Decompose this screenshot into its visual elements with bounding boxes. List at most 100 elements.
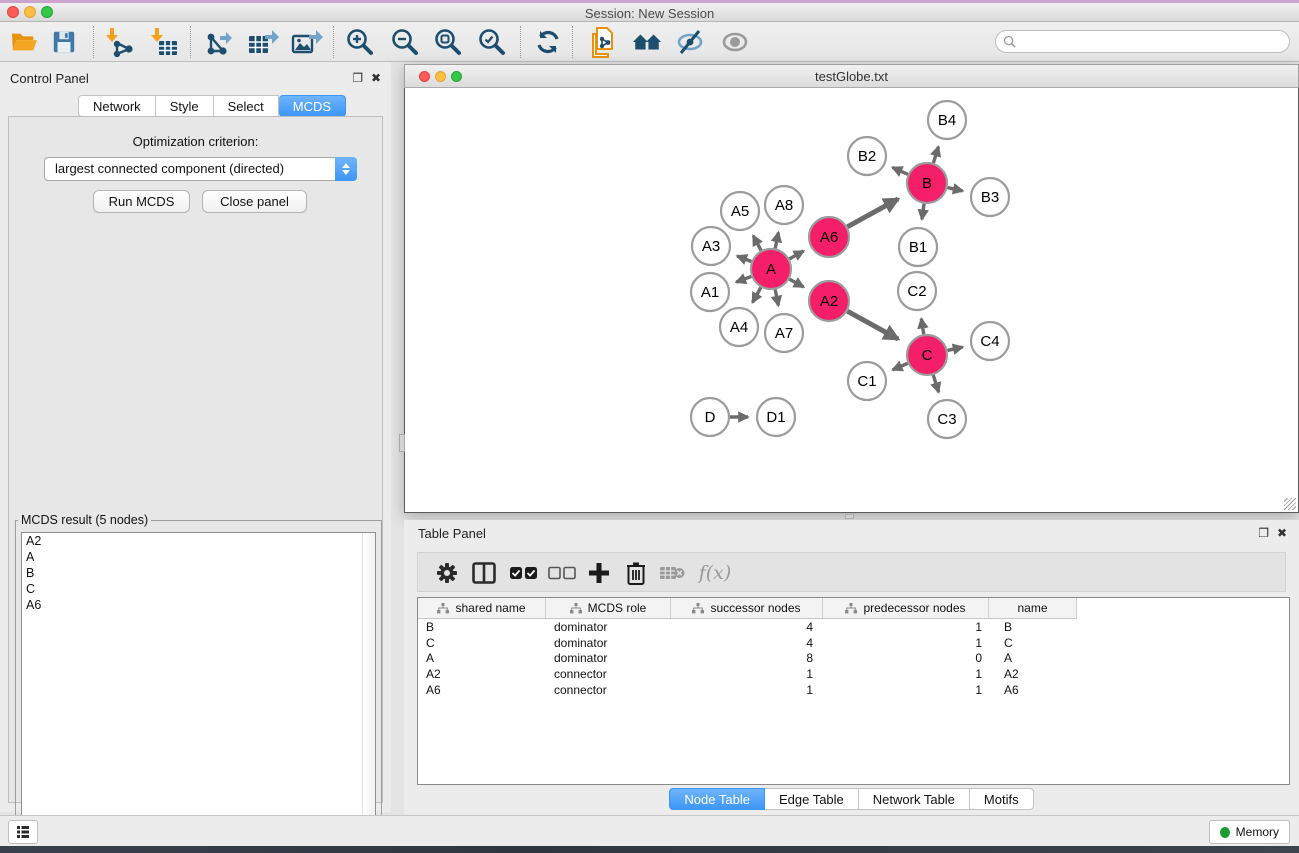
search-field[interactable] [995, 30, 1290, 53]
table-cell[interactable]: 1 [823, 636, 989, 650]
table-cell[interactable]: 1 [823, 667, 989, 681]
table-cell[interactable]: connector [546, 683, 671, 697]
graph-node-D[interactable]: D [691, 398, 729, 436]
destroy-table-icon[interactable] [657, 558, 687, 588]
table-cell[interactable]: 4 [671, 620, 823, 634]
result-item[interactable]: C [22, 581, 375, 597]
export-network-icon[interactable] [202, 27, 234, 57]
graph-node-C3[interactable]: C3 [928, 400, 966, 438]
graph-edge-A-A6[interactable] [789, 251, 803, 259]
tab-network-table[interactable]: Network Table [859, 788, 970, 810]
table-cell[interactable]: A6 [418, 683, 546, 697]
graph-node-A5[interactable]: A5 [721, 192, 759, 230]
memory-button[interactable]: Memory [1209, 820, 1290, 844]
table-row[interactable]: A6connector11A6 [418, 682, 1289, 698]
tab-network[interactable]: Network [78, 95, 156, 117]
close-panel-button[interactable]: Close panel [202, 190, 307, 213]
graph-edge-A2-C[interactable] [847, 311, 898, 339]
graph-edge-C-C2[interactable] [921, 319, 923, 335]
table-cell[interactable]: 1 [671, 683, 823, 697]
column-header-successor-nodes[interactable]: successor nodes [671, 598, 823, 619]
resize-grip-icon[interactable] [1284, 498, 1296, 510]
search-input[interactable] [1020, 35, 1289, 49]
delete-column-trash-icon[interactable] [621, 558, 651, 588]
result-item[interactable]: A [22, 549, 375, 565]
graph-node-A7[interactable]: A7 [765, 314, 803, 352]
float-table-panel-icon[interactable]: ❐ [1258, 526, 1269, 540]
table-cell[interactable]: A [989, 651, 1077, 665]
graph-node-C1[interactable]: C1 [848, 362, 886, 400]
column-header-predecessor-nodes[interactable]: predecessor nodes [823, 598, 989, 619]
graph-node-B3[interactable]: B3 [971, 178, 1009, 216]
table-row[interactable]: A2connector11A2 [418, 666, 1289, 682]
home-layout-icon[interactable] [631, 27, 663, 57]
table-row[interactable]: Adominator80A [418, 651, 1289, 667]
export-image-icon[interactable] [291, 27, 323, 57]
clone-network-icon[interactable] [588, 27, 620, 57]
graph-node-B[interactable]: B [907, 163, 947, 203]
graph-node-D1[interactable]: D1 [757, 398, 795, 436]
hide-details-icon[interactable] [674, 27, 706, 57]
open-folder-icon[interactable] [8, 27, 40, 57]
graph-node-A8[interactable]: A8 [765, 186, 803, 224]
graph-edge-C-C4[interactable] [947, 347, 962, 350]
graph-node-A6[interactable]: A6 [809, 217, 849, 257]
panel-splitter-handle[interactable] [845, 514, 854, 519]
table-cell[interactable]: A6 [989, 683, 1077, 697]
graph-node-A2[interactable]: A2 [809, 281, 849, 321]
table-row[interactable]: Bdominator41B [418, 619, 1289, 635]
table-cell[interactable]: B [989, 620, 1077, 634]
table-cell[interactable]: 8 [671, 651, 823, 665]
graph-node-C4[interactable]: C4 [971, 322, 1009, 360]
graph-node-B2[interactable]: B2 [848, 137, 886, 175]
graph-node-A3[interactable]: A3 [692, 227, 730, 265]
select-all-rows-icon[interactable] [509, 558, 539, 588]
column-header-shared-name[interactable]: shared name [418, 598, 546, 619]
table-cell[interactable]: C [989, 636, 1077, 650]
close-panel-icon[interactable]: ✖ [371, 71, 381, 85]
function-builder-icon[interactable]: f(x) [693, 558, 737, 588]
result-item[interactable]: A2 [22, 533, 375, 549]
table-cell[interactable]: 1 [823, 683, 989, 697]
table-cell[interactable]: A [418, 651, 546, 665]
tab-style[interactable]: Style [156, 95, 214, 117]
graph-edge-B-B1[interactable] [922, 204, 924, 219]
result-scrollbar[interactable] [362, 533, 375, 853]
graph-node-A4[interactable]: A4 [720, 308, 758, 346]
graph-node-C[interactable]: C [907, 335, 947, 375]
table-cell[interactable]: dominator [546, 636, 671, 650]
zoom-fit-icon[interactable] [432, 27, 464, 57]
table-cell[interactable]: A2 [418, 667, 546, 681]
add-column-icon[interactable] [584, 558, 614, 588]
graph-edge-B-B4[interactable] [933, 147, 938, 163]
column-header-MCDS-role[interactable]: MCDS role [546, 598, 671, 619]
tab-node-table[interactable]: Node Table [669, 788, 765, 810]
column-header-name[interactable]: name [989, 598, 1077, 619]
result-item[interactable]: A6 [22, 597, 375, 613]
table-cell[interactable]: dominator [546, 651, 671, 665]
graph-node-B4[interactable]: B4 [928, 101, 966, 139]
run-mcds-button[interactable]: Run MCDS [93, 190, 190, 213]
criterion-dropdown[interactable]: largest connected component (directed) [44, 157, 357, 181]
table-cell[interactable]: B [418, 620, 546, 634]
task-history-button[interactable] [8, 820, 38, 844]
table-cell[interactable]: C [418, 636, 546, 650]
table-cell[interactable]: dominator [546, 620, 671, 634]
tab-edge-table[interactable]: Edge Table [765, 788, 859, 810]
tab-select[interactable]: Select [214, 95, 279, 117]
graph-edge-A-A2[interactable] [789, 279, 803, 287]
graph-edge-C-C3[interactable] [933, 375, 938, 392]
close-table-panel-icon[interactable]: ✖ [1277, 526, 1287, 540]
show-columns-icon[interactable] [469, 558, 499, 588]
graph-edge-A-A3[interactable] [737, 256, 751, 261]
graph-edge-A-A7[interactable] [775, 290, 778, 306]
table-settings-gear-icon[interactable] [432, 558, 462, 588]
result-item[interactable]: B [22, 565, 375, 581]
zoom-out-icon[interactable] [389, 27, 421, 57]
graph-edge-B-B3[interactable] [947, 188, 962, 191]
graph-edge-A-A5[interactable] [753, 236, 761, 251]
table-cell[interactable]: 1 [823, 620, 989, 634]
save-session-icon[interactable] [48, 27, 80, 57]
float-panel-icon[interactable]: ❐ [352, 71, 363, 85]
table-cell[interactable]: A2 [989, 667, 1077, 681]
